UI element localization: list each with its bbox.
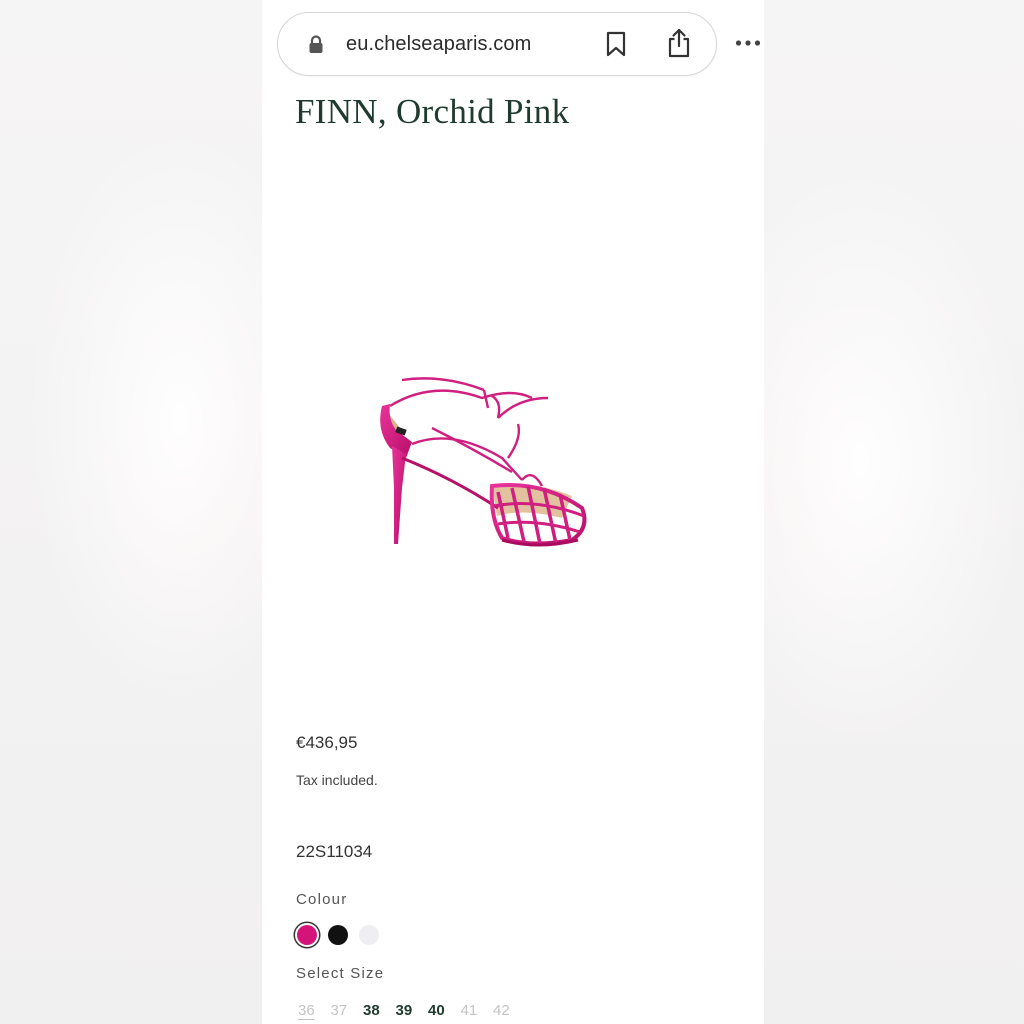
address-bar[interactable]: eu.chelseaparis.com <box>277 12 717 76</box>
tax-note: Tax included. <box>296 772 378 788</box>
product-title: FINN, Orchid Pink <box>295 92 570 131</box>
url-text[interactable]: eu.chelseaparis.com <box>346 33 531 56</box>
swatch-white[interactable] <box>359 925 379 945</box>
size-option-41[interactable]: 41 <box>461 1002 494 1023</box>
colour-label: Colour <box>296 891 348 908</box>
size-option-37[interactable]: 37 <box>331 1002 364 1023</box>
size-option-36[interactable]: 36 <box>298 1002 331 1023</box>
shoe-product-image[interactable] <box>372 368 602 558</box>
swatch-black[interactable] <box>328 925 348 945</box>
product-sku: 22S11034 <box>296 842 373 861</box>
more-options-icon[interactable] <box>735 38 761 48</box>
select-size-label: Select Size <box>296 965 385 982</box>
colour-swatches <box>297 925 379 945</box>
size-option-38[interactable]: 38 <box>363 1002 396 1023</box>
swatch-orchid-pink[interactable] <box>297 925 317 945</box>
size-option-42[interactable]: 42 <box>493 1002 526 1023</box>
share-icon[interactable] <box>666 27 692 59</box>
mobile-screen: eu.chelseaparis.com FINN, Orchid Pink €4… <box>262 0 764 1024</box>
size-selector: 36 37 38 39 40 41 42 <box>298 1002 526 1023</box>
product-price: €436,95 <box>296 733 358 752</box>
lock-icon <box>309 35 323 53</box>
size-option-39[interactable]: 39 <box>396 1002 429 1023</box>
size-option-40[interactable]: 40 <box>428 1002 461 1023</box>
bookmark-icon[interactable] <box>605 31 627 57</box>
